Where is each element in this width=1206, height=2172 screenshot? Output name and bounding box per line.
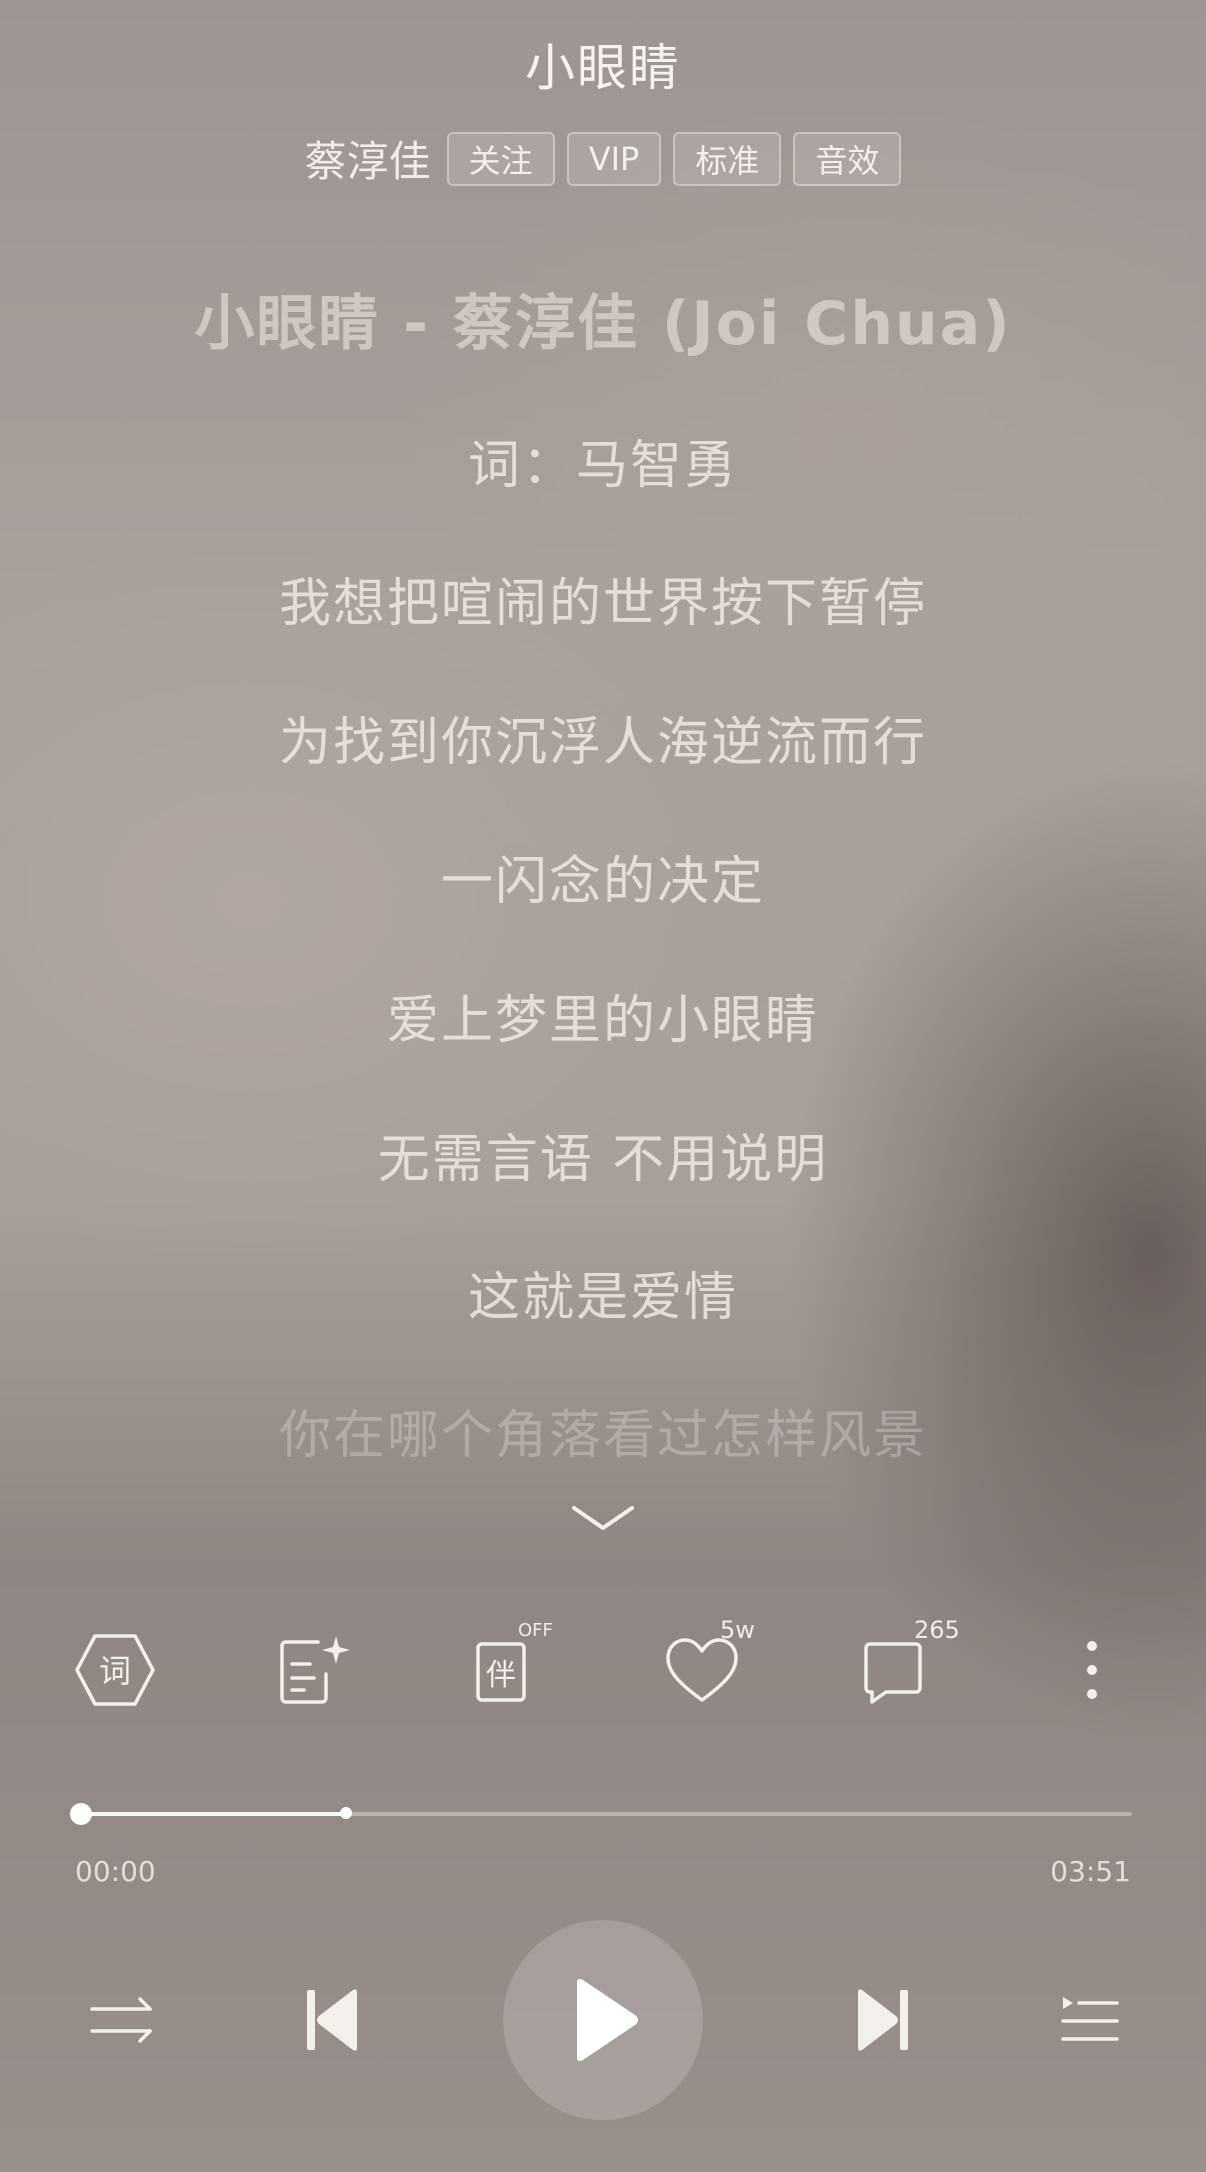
lyric-line: 爱上梦里的小眼睛 [386, 991, 819, 1051]
lyric-line-title: 小眼睛 - 蔡淳佳 (Joi Chua) [194, 289, 1012, 359]
accompaniment-icon-label: 伴 [486, 1658, 516, 1693]
artist-name[interactable]: 蔡淳佳 [305, 128, 431, 189]
lyric-line: 我想把喧闹的世界按下暂停 [278, 574, 927, 634]
sound-effect-button[interactable]: 音效 [793, 131, 902, 186]
edit-lyrics-icon[interactable] [262, 1620, 362, 1720]
vip-badge[interactable]: VIP [566, 131, 662, 186]
progress-bar[interactable] [69, 1803, 1132, 1825]
artist-row: 蔡淳佳 关注 VIP 标准 音效 [0, 128, 1206, 189]
playback-controls [0, 1920, 1206, 2120]
like-count: 5w [720, 1616, 755, 1644]
total-time: 03:51 [1050, 1855, 1131, 1888]
comment-icon[interactable]: 265 [848, 1616, 960, 1720]
next-icon[interactable] [835, 1970, 935, 2070]
lyric-line: 词：马智勇 [467, 436, 738, 496]
lyric-line: 无需言语 不用说明 [377, 1130, 829, 1190]
previous-icon[interactable] [280, 1970, 380, 2070]
heart-icon[interactable]: 5w [652, 1616, 755, 1720]
accompaniment-icon[interactable]: 伴 OFF [458, 1620, 558, 1720]
song-title: 小眼睛 [525, 39, 681, 97]
lyric-line: 为找到你沉浮人海逆流而行 [278, 713, 927, 773]
current-time: 00:00 [75, 1855, 156, 1888]
play-button[interactable] [503, 1920, 703, 2120]
more-vertical-icon[interactable] [1042, 1620, 1142, 1720]
lyric-line: 一闪念的决定 [440, 852, 765, 912]
quality-button[interactable]: 标准 [673, 131, 782, 186]
progress-thumb[interactable] [69, 1803, 92, 1825]
progress-fill [70, 1812, 347, 1816]
buffer-marker [340, 1807, 353, 1819]
follow-button[interactable]: 关注 [446, 131, 555, 186]
lyric-icon-label: 词 [99, 1652, 131, 1690]
lyric-line: 这就是爱情 [467, 1268, 738, 1328]
lyric-line-faded: 你在哪个角落看过怎样风景 [278, 1406, 927, 1466]
accompaniment-state-badge: OFF [518, 1620, 553, 1641]
playlist-icon[interactable] [1045, 1975, 1135, 2065]
comment-count: 265 [914, 1616, 960, 1644]
shuffle-icon[interactable] [76, 1975, 166, 2065]
lyric-hexagon-icon[interactable]: 词 [65, 1620, 165, 1720]
action-bar: 词 伴 OFF 5w 265 [0, 1616, 1206, 1740]
play-icon [577, 1979, 638, 2061]
chevron-down-icon[interactable] [570, 1500, 636, 1536]
